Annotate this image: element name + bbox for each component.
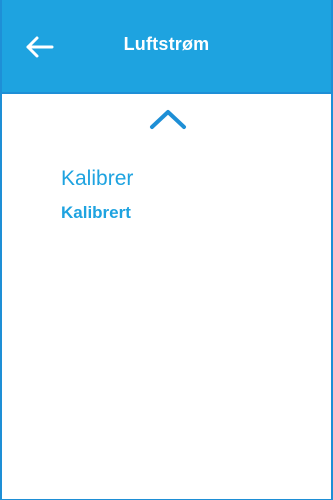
- screen: Luftstrøm Kalibrer Kalibrert: [0, 0, 333, 500]
- menu-item-calibrate-value[interactable]: Kalibrert: [61, 203, 131, 223]
- menu-item-calibrate-label[interactable]: Kalibrer: [61, 167, 133, 191]
- page-title: Luftstrøm: [123, 34, 210, 54]
- scroll-up-button[interactable]: [148, 106, 188, 132]
- chevron-up-icon: [150, 110, 186, 129]
- header-bar: Luftstrøm: [2, 0, 331, 94]
